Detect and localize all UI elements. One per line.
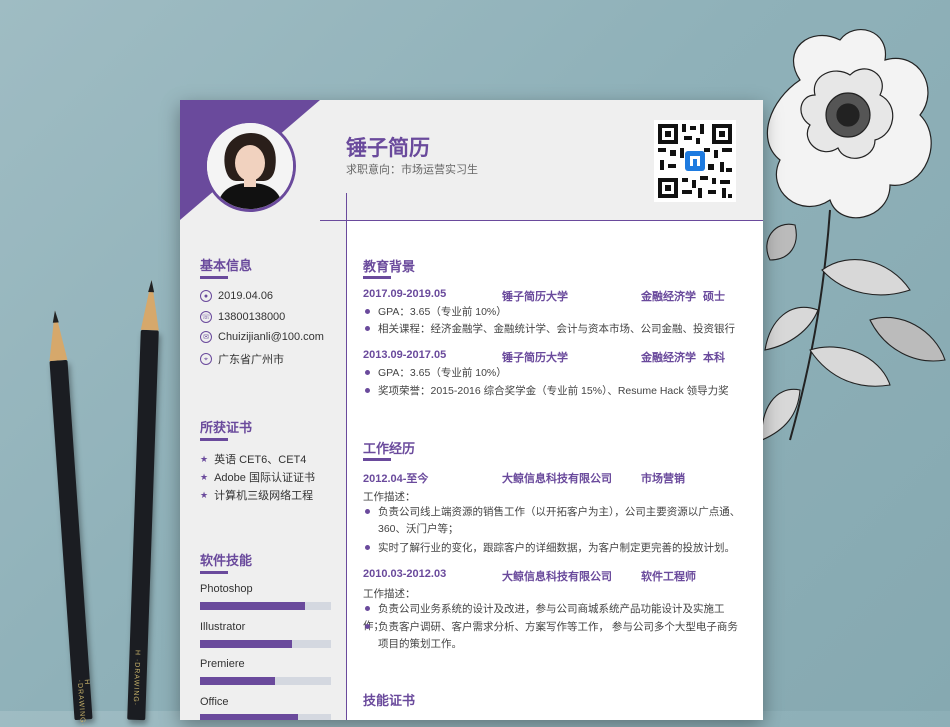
basic-info-underline xyxy=(200,276,228,279)
location-icon: ⌖ xyxy=(200,353,212,365)
edu-degree: 硕士 xyxy=(703,291,725,303)
skill-name: Office xyxy=(200,696,229,708)
skill-bar xyxy=(200,602,331,610)
skill-bar-fill xyxy=(200,677,275,685)
work-underline xyxy=(363,458,391,461)
pencil-left: H ·DRAWING· xyxy=(45,309,93,727)
skill-bar-fill xyxy=(200,714,299,720)
skill-bar-fill xyxy=(200,640,292,648)
work-desc-label: 工作描述： xyxy=(363,491,416,503)
list-item: 负责公司线上端资源的销售工作（以开拓客户为主），公司主要资源以广点通、360、沃… xyxy=(363,504,743,538)
info-phone: ☏ 13800138000 xyxy=(200,311,286,323)
cert-underline xyxy=(200,438,228,441)
pencil-right: H ·DRAWING· xyxy=(127,279,161,721)
skill-name: Photoshop xyxy=(200,583,253,595)
star-icon: ★ xyxy=(200,453,209,464)
work-company: 大鲸信息科技有限公司 xyxy=(502,473,612,485)
job-intent: 求职意向：市场运营实习生 xyxy=(346,164,478,176)
skill-bar xyxy=(200,677,331,685)
list-item: 奖项荣誉：2015-2016 综合奖学金（专业前 15%）、Resume Hac… xyxy=(363,383,743,400)
skill-name: Premiere xyxy=(200,658,245,670)
cert-title: 所获证书 xyxy=(200,420,253,435)
edu-school: 锤子简历大学 xyxy=(502,352,568,364)
list-item: 负责客户调研、客户需求分析、方案写作等工作， 参与公司多个大型电子商务项目的策划… xyxy=(363,619,743,653)
info-location: ⌖ 广东省广州市 xyxy=(200,351,284,367)
edu-date: 2013.09-2017.05 xyxy=(363,349,447,361)
list-item: 实时了解行业的变化，跟踪客户的详细数据，为客户制定更完善的投放计划。 xyxy=(363,540,743,557)
star-icon: ★ xyxy=(200,471,209,482)
work-role: 市场营销 xyxy=(641,473,685,485)
skill-cert-title: 技能证书 xyxy=(363,693,416,708)
divider-horizontal xyxy=(320,220,763,221)
work-date: 2012.04-至今 xyxy=(363,473,429,485)
qr-code xyxy=(654,120,736,202)
list-item: GPA：3.65（专业前 10%） xyxy=(363,304,743,321)
list-item: GPA：3.65（专业前 10%） xyxy=(363,365,743,382)
avatar xyxy=(204,120,296,212)
work-company: 大鲸信息科技有限公司 xyxy=(502,571,612,583)
software-skills-title: 软件技能 xyxy=(200,553,253,568)
edu-major: 金融经济学 xyxy=(641,291,696,303)
work-role: 软件工程师 xyxy=(641,571,696,583)
resume-paper: 锤子简历 求职意向：市场运营实习生 基本信息 ● 2019.04.06 ☏ 13… xyxy=(180,100,763,720)
software-skills-underline xyxy=(200,571,228,574)
edu-school: 锤子简历大学 xyxy=(502,291,568,303)
info-birthday: ● 2019.04.06 xyxy=(200,290,273,302)
cert-item: ★ 计算机三级网络工程 xyxy=(200,489,314,503)
email-icon: ✉ xyxy=(200,331,212,343)
flower-illustration xyxy=(761,29,946,441)
skill-bar-fill xyxy=(200,602,305,610)
resume-name: 锤子简历 xyxy=(346,137,430,160)
edu-date: 2017.09-2019.05 xyxy=(363,288,447,300)
work-desc-label: 工作描述： xyxy=(363,588,416,600)
education-title: 教育背景 xyxy=(363,259,416,274)
work-title: 工作经历 xyxy=(363,441,416,456)
edu-major: 金融经济学 xyxy=(641,352,696,364)
star-icon: ★ xyxy=(200,489,209,500)
edu-degree: 本科 xyxy=(703,352,725,364)
cert-item: ★ 英语 CET6、CET4 xyxy=(200,453,307,467)
info-email: ✉ Chuizijianli@100.com xyxy=(200,331,324,343)
education-underline xyxy=(363,276,391,279)
skill-bar xyxy=(200,714,331,720)
person-icon: ● xyxy=(200,290,212,302)
phone-icon: ☏ xyxy=(200,311,212,323)
list-item: 相关课程：经济金融学、金融统计学、会计与资本市场、公司金融、投资银行 xyxy=(363,321,743,338)
skill-bar xyxy=(200,640,331,648)
skill-name: Illustrator xyxy=(200,621,246,633)
divider-vertical xyxy=(346,193,347,720)
basic-info-title: 基本信息 xyxy=(200,258,253,273)
work-date: 2010.03-2012.03 xyxy=(363,568,447,580)
cert-item: ★ Adobe 国际认证证书 xyxy=(200,471,315,485)
